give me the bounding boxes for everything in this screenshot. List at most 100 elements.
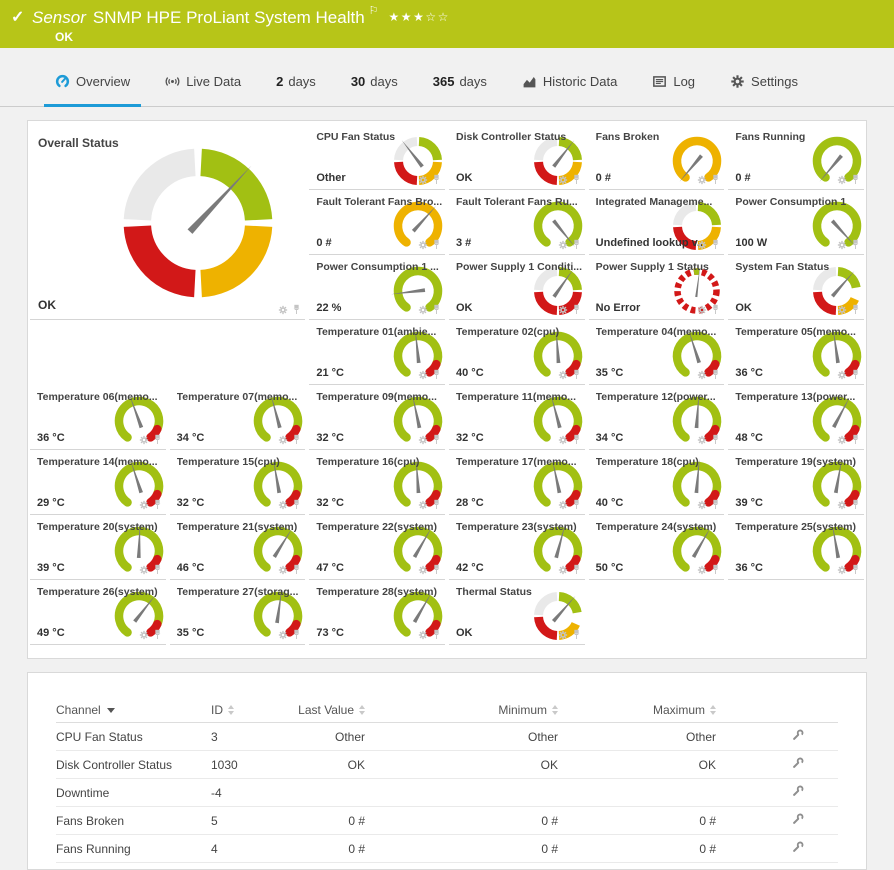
gear-icon[interactable] <box>837 565 847 575</box>
pin-icon[interactable] <box>432 564 441 575</box>
pin-icon[interactable] <box>153 629 162 640</box>
pin-icon[interactable] <box>432 174 441 185</box>
pin-icon[interactable] <box>572 174 581 185</box>
gear-icon[interactable] <box>837 175 847 185</box>
gear-icon[interactable] <box>837 500 847 510</box>
tab-overview[interactable]: Overview <box>44 56 141 106</box>
gear-icon[interactable] <box>139 435 149 445</box>
gear-icon[interactable] <box>278 565 288 575</box>
pin-icon[interactable] <box>432 369 441 380</box>
gear-icon[interactable] <box>418 565 428 575</box>
pin-icon[interactable] <box>851 434 860 445</box>
tile-temperature-27-storag[interactable]: Temperature 27(storag... 35 °C <box>170 580 306 645</box>
pin-icon[interactable] <box>711 174 720 185</box>
tile-temperature-22-system[interactable]: Temperature 22(system) 47 °C <box>309 515 445 580</box>
tab-log[interactable]: Log <box>641 56 706 106</box>
tile-temperature-16-cpu[interactable]: Temperature 16(cpu) 32 °C <box>309 450 445 515</box>
gear-icon[interactable] <box>558 305 568 315</box>
gear-icon[interactable] <box>697 305 707 315</box>
column-header-id[interactable]: ID <box>211 703 273 717</box>
tile-temperature-06-memo[interactable]: Temperature 06(memo... 36 °C <box>30 385 166 450</box>
pin-icon[interactable] <box>711 434 720 445</box>
gear-icon[interactable] <box>558 630 568 640</box>
pin-icon[interactable] <box>572 629 581 640</box>
gear-icon[interactable] <box>278 630 288 640</box>
tile-temperature-09-memo[interactable]: Temperature 09(memo... 32 °C <box>309 385 445 450</box>
gear-icon[interactable] <box>418 305 428 315</box>
tab-365-days[interactable]: 365 days <box>422 56 498 106</box>
gear-icon[interactable] <box>418 630 428 640</box>
gear-icon[interactable] <box>418 175 428 185</box>
pin-icon[interactable] <box>432 304 441 315</box>
pin-icon[interactable] <box>572 304 581 315</box>
gear-icon[interactable] <box>558 240 568 250</box>
tile-power-consumption-1[interactable]: Power Consumption 1 100 W <box>728 190 864 255</box>
pin-icon[interactable] <box>711 369 720 380</box>
gear-icon[interactable] <box>697 500 707 510</box>
gear-icon[interactable] <box>558 565 568 575</box>
pin-icon[interactable] <box>292 629 301 640</box>
pin-icon[interactable] <box>153 499 162 510</box>
tab-2-days[interactable]: 2 days <box>265 56 327 106</box>
wrench-icon[interactable] <box>792 757 804 772</box>
tile-fault-tolerant-fans-bro[interactable]: Fault Tolerant Fans Bro... 0 # <box>309 190 445 255</box>
pin-icon[interactable] <box>711 564 720 575</box>
pin-icon[interactable] <box>711 304 720 315</box>
gear-icon[interactable] <box>418 370 428 380</box>
pin-icon[interactable] <box>432 629 441 640</box>
pin-icon[interactable] <box>292 434 301 445</box>
gear-icon[interactable] <box>837 305 847 315</box>
pin-icon[interactable] <box>432 434 441 445</box>
pin-icon[interactable] <box>851 369 860 380</box>
wrench-icon[interactable] <box>792 841 804 856</box>
pin-icon[interactable] <box>572 499 581 510</box>
pin-icon[interactable] <box>572 434 581 445</box>
tab-30-days[interactable]: 30 days <box>340 56 409 106</box>
pin-icon[interactable] <box>572 564 581 575</box>
pin-icon[interactable] <box>432 239 441 250</box>
tile-temperature-18-cpu[interactable]: Temperature 18(cpu) 40 °C <box>589 450 725 515</box>
pin-icon[interactable] <box>572 369 581 380</box>
table-row-fans-broken[interactable]: Fans Broken 5 0 # 0 # 0 # <box>56 807 838 835</box>
pin-icon[interactable] <box>292 564 301 575</box>
pin-icon[interactable] <box>153 434 162 445</box>
pin-icon[interactable] <box>292 304 301 315</box>
tile-temperature-14-memo[interactable]: Temperature 14(memo... 29 °C <box>30 450 166 515</box>
gear-icon[interactable] <box>697 370 707 380</box>
tile-power-consumption-1[interactable]: Power Consumption 1 ... 22 % <box>309 255 445 320</box>
tile-overall-status[interactable]: Overall Status OK <box>30 125 305 320</box>
pin-icon[interactable] <box>572 239 581 250</box>
wrench-icon[interactable] <box>792 729 804 744</box>
gear-icon[interactable] <box>139 500 149 510</box>
pin-icon[interactable] <box>292 499 301 510</box>
tile-temperature-28-system[interactable]: Temperature 28(system) 73 °C <box>309 580 445 645</box>
gear-icon[interactable] <box>558 175 568 185</box>
table-row-downtime[interactable]: Downtime -4 <box>56 779 838 807</box>
tile-disk-controller-status[interactable]: Disk Controller Status OK <box>449 125 585 190</box>
table-row-cpu-fan-status[interactable]: CPU Fan Status 3 Other Other Other <box>56 723 838 751</box>
gear-icon[interactable] <box>139 565 149 575</box>
gear-icon[interactable] <box>278 500 288 510</box>
tile-power-supply-1-conditi[interactable]: Power Supply 1 Conditi... OK <box>449 255 585 320</box>
pin-icon[interactable] <box>851 174 860 185</box>
tile-temperature-17-memo[interactable]: Temperature 17(memo... 28 °C <box>449 450 585 515</box>
column-header-minimum[interactable]: Minimum <box>365 703 558 717</box>
gear-icon[interactable] <box>837 435 847 445</box>
gear-icon[interactable] <box>278 305 288 315</box>
pin-icon[interactable] <box>851 564 860 575</box>
tile-power-supply-1-status[interactable]: Power Supply 1 Status No Error <box>589 255 725 320</box>
gear-icon[interactable] <box>558 500 568 510</box>
gear-icon[interactable] <box>418 435 428 445</box>
tile-temperature-05-memo[interactable]: Temperature 05(memo... 36 °C <box>728 320 864 385</box>
tile-thermal-status[interactable]: Thermal Status OK <box>449 580 585 645</box>
pin-icon[interactable] <box>711 499 720 510</box>
gear-icon[interactable] <box>837 370 847 380</box>
gear-icon[interactable] <box>697 565 707 575</box>
pin-icon[interactable] <box>851 239 860 250</box>
tile-temperature-24-system[interactable]: Temperature 24(system) 50 °C <box>589 515 725 580</box>
tile-temperature-04-memo[interactable]: Temperature 04(memo... 35 °C <box>589 320 725 385</box>
column-header-last-value[interactable]: Last Value <box>273 703 365 717</box>
tile-cpu-fan-status[interactable]: CPU Fan Status Other <box>309 125 445 190</box>
tile-temperature-23-system[interactable]: Temperature 23(system) 42 °C <box>449 515 585 580</box>
gear-icon[interactable] <box>558 435 568 445</box>
